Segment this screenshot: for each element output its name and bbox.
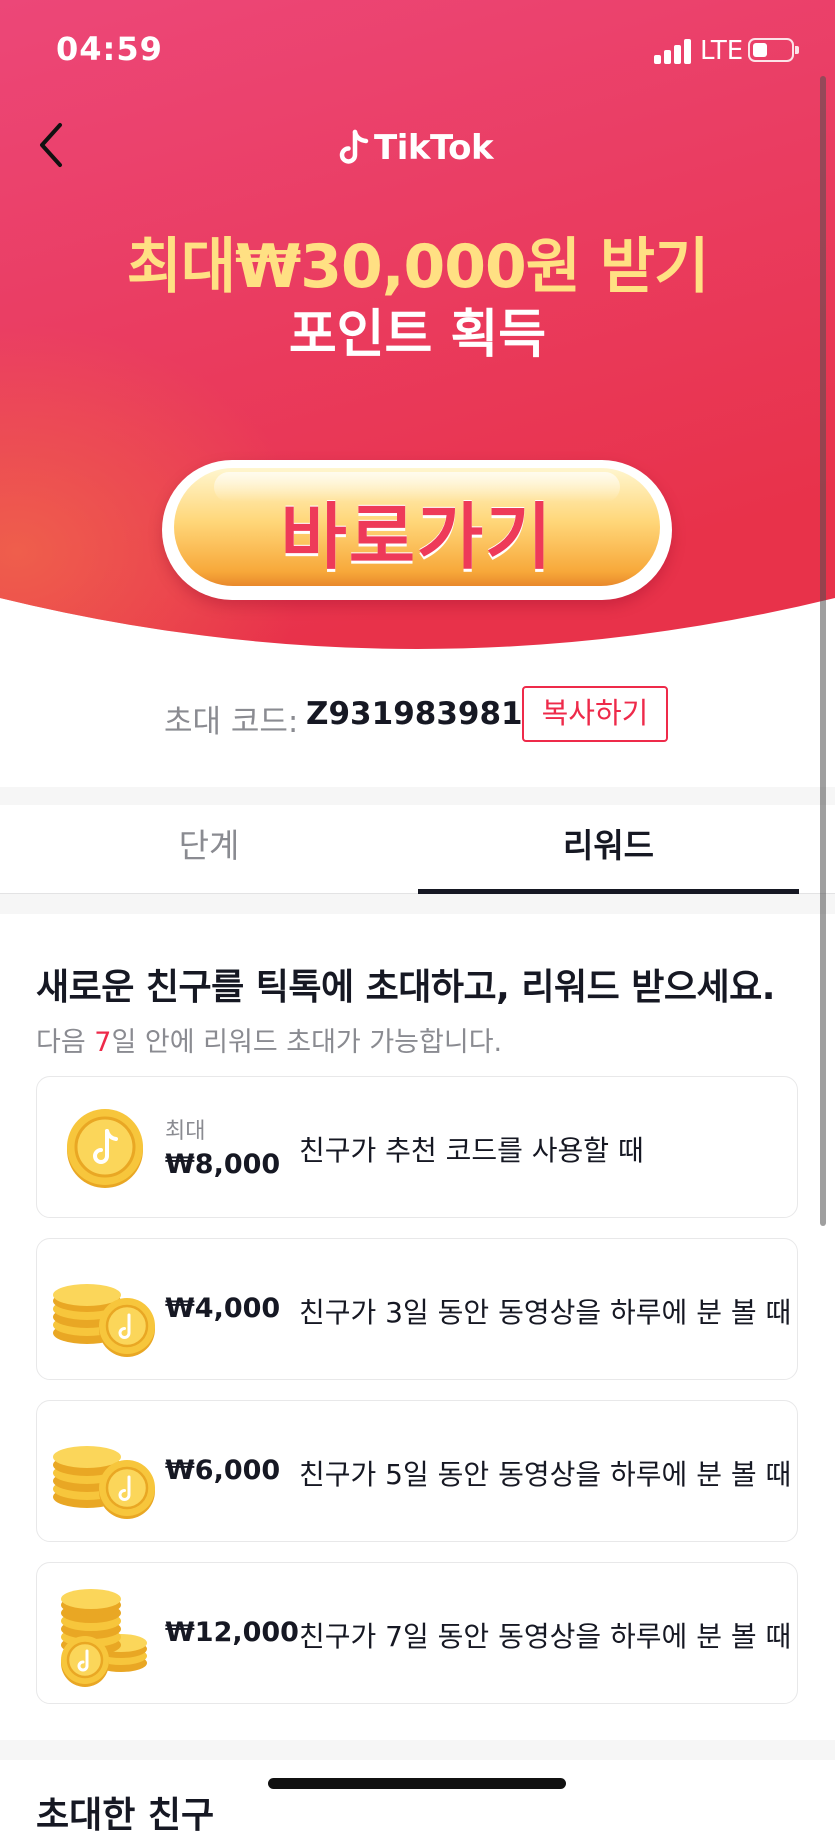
coin-stack-small-icon bbox=[53, 1284, 155, 1357]
section-divider bbox=[0, 894, 835, 914]
reward-description: 친구가 5일 동안 동영상을 하루에 분 볼 때 bbox=[299, 1458, 792, 1491]
home-indicator[interactable] bbox=[268, 1778, 566, 1789]
reward-description: 친구가 추천 코드를 사용할 때 bbox=[299, 1134, 644, 1167]
tab-bar: 단계 리워드 bbox=[0, 805, 835, 894]
go-now-button[interactable]: 바로가기 bbox=[162, 460, 672, 600]
reward-card: ₩12,000 친구가 7일 동안 동영상을 하루에 분 볼 때 bbox=[36, 1562, 798, 1704]
reward-amount: ₩12,000 bbox=[165, 1617, 299, 1648]
status-bar: 04:59 LTE bbox=[0, 0, 835, 100]
go-now-label: 바로가기 bbox=[280, 495, 554, 579]
reward-card: 최대 ₩8,000 친구가 추천 코드를 사용할 때 bbox=[36, 1076, 798, 1218]
battery-icon bbox=[748, 38, 799, 62]
reward-card: ₩4,000 친구가 3일 동안 동영상을 하루에 분 볼 때 bbox=[36, 1238, 798, 1380]
status-time: 04:59 bbox=[56, 30, 163, 68]
reward-amount: ₩8,000 bbox=[165, 1149, 281, 1180]
invite-code-value: Z931983981 bbox=[306, 696, 523, 732]
tab-rewards[interactable]: 리워드 bbox=[418, 805, 799, 893]
tab-steps[interactable]: 단계 bbox=[0, 805, 418, 893]
rewards-title: 새로운 친구를 틱톡에 초대하고, 리워드 받으세요. bbox=[36, 967, 775, 1008]
coin-stack-large-icon bbox=[61, 1589, 147, 1687]
single-coin-icon bbox=[67, 1109, 143, 1188]
invite-code-label: 초대 코드: bbox=[164, 704, 299, 740]
section-divider bbox=[0, 1740, 835, 1760]
network-type: LTE bbox=[700, 36, 744, 66]
brand-name: TikTok bbox=[374, 128, 494, 168]
coin-stack-medium-icon bbox=[53, 1446, 155, 1519]
rewards-days: 7 bbox=[94, 1027, 112, 1058]
reward-description: 친구가 3일 동안 동영상을 하루에 분 볼 때 bbox=[299, 1296, 792, 1329]
chevron-left-icon bbox=[40, 123, 62, 167]
back-button[interactable] bbox=[30, 115, 80, 175]
reward-amount: ₩4,000 bbox=[165, 1293, 281, 1324]
signal-icon bbox=[654, 38, 694, 64]
reward-amount: ₩6,000 bbox=[165, 1455, 281, 1486]
rewards-subtitle: 다음 7일 안에 리워드 초대가 가능합니다. bbox=[36, 1027, 503, 1058]
tiktok-logo: TikTok bbox=[338, 126, 494, 170]
reward-description: 친구가 7일 동안 동영상을 하루에 분 볼 때 bbox=[299, 1620, 792, 1653]
copy-button[interactable]: 복사하기 bbox=[522, 686, 668, 742]
hero-subhead: 포인트 획득 bbox=[288, 305, 547, 365]
scrollbar[interactable] bbox=[820, 76, 826, 1226]
section-divider bbox=[0, 787, 835, 805]
hero-banner: 04:59 LTE TikTok 최대₩30,000원 받기 포인트 획득 바로… bbox=[0, 0, 835, 660]
invited-friends-heading: 초대한 친구 bbox=[36, 1795, 215, 1836]
tiktok-note-icon bbox=[339, 129, 369, 164]
invite-code-row: 초대 코드: Z931983981 복사하기 bbox=[0, 686, 835, 748]
reward-max-label: 최대 bbox=[165, 1119, 206, 1144]
reward-card: ₩6,000 친구가 5일 동안 동영상을 하루에 분 볼 때 bbox=[36, 1400, 798, 1542]
